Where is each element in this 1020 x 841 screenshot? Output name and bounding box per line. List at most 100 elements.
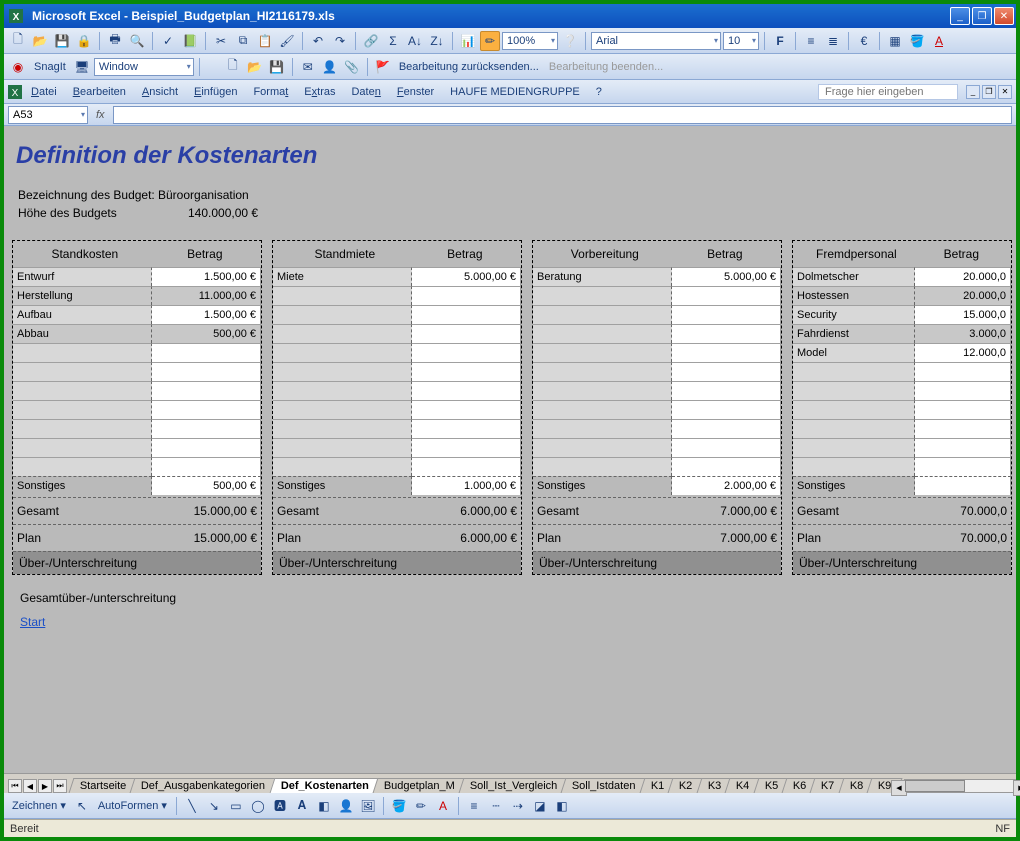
research-icon[interactable]: 📗 (180, 31, 200, 51)
row-label[interactable] (533, 286, 672, 305)
row-label[interactable]: Entwurf (13, 267, 152, 286)
row-value[interactable] (412, 457, 521, 476)
row-value[interactable] (412, 381, 521, 400)
row-value[interactable]: 500,00 € (152, 324, 261, 343)
panel-row[interactable] (533, 305, 781, 324)
row-value[interactable] (412, 286, 521, 305)
row-label[interactable]: Aufbau (13, 305, 152, 324)
row-label[interactable] (273, 362, 412, 381)
panel-row[interactable] (533, 457, 781, 476)
row-label[interactable] (13, 457, 152, 476)
bold-icon[interactable]: F (770, 31, 790, 51)
panel-row[interactable] (273, 324, 521, 343)
review-open-icon[interactable]: 📂 (245, 57, 265, 77)
borders-icon[interactable]: ▦ (885, 31, 905, 51)
sort-asc-icon[interactable]: A↓ (405, 31, 425, 51)
new-file-icon[interactable]: 🗋 (8, 31, 28, 51)
panel-row[interactable] (273, 305, 521, 324)
panel-row[interactable] (533, 400, 781, 419)
select-objects-icon[interactable]: ↖ (72, 796, 92, 816)
row-label[interactable] (273, 343, 412, 362)
menu-edit[interactable]: Bearbeiten (66, 84, 133, 100)
menu-format[interactable]: Format (246, 84, 295, 100)
panel-row[interactable] (273, 419, 521, 438)
row-label[interactable]: Model (793, 343, 915, 362)
font-size-combo[interactable]: 10 (723, 32, 759, 50)
cut-icon[interactable]: ✂ (211, 31, 231, 51)
row-label[interactable] (533, 343, 672, 362)
horizontal-scrollbar[interactable] (904, 779, 1016, 793)
panel-row[interactable]: Abbau500,00 € (13, 324, 261, 343)
row-value[interactable]: 5.000,00 € (672, 267, 781, 286)
window-minimize-button[interactable]: _ (950, 7, 970, 25)
panel-row[interactable]: Security15.000,0 (793, 305, 1011, 324)
row-value[interactable] (672, 457, 781, 476)
panel-row[interactable] (273, 438, 521, 457)
tab-nav-first-button[interactable]: ⏮ (8, 779, 22, 793)
sheet-tab[interactable]: Startseite (69, 778, 138, 793)
clipart-icon[interactable]: 👤 (336, 796, 356, 816)
help-search-input[interactable] (818, 84, 958, 100)
diagram-icon[interactable]: ◧ (314, 796, 334, 816)
review-return-button[interactable]: Bearbeitung zurücksenden... (395, 61, 543, 73)
panel-row[interactable] (793, 457, 1011, 476)
paste-icon[interactable]: 📋 (255, 31, 275, 51)
align-left-icon[interactable]: ≡ (801, 31, 821, 51)
sheet-tab[interactable]: Def_Ausgabenkategorien (130, 778, 277, 793)
row-value[interactable]: 20.000,0 (915, 267, 1011, 286)
panel-row[interactable]: Beratung5.000,00 € (533, 267, 781, 286)
panel-row[interactable] (533, 381, 781, 400)
menu-haufe[interactable]: HAUFE MEDIENGRUPPE (443, 84, 587, 100)
doc-restore-button[interactable]: ❐ (982, 85, 996, 99)
row-value[interactable] (412, 343, 521, 362)
snagit-target-combo[interactable]: Window (94, 58, 194, 76)
hyperlink-icon[interactable]: 🔗 (361, 31, 381, 51)
row-value[interactable] (152, 419, 261, 438)
sonstiges-value[interactable]: 1.000,00 € (412, 476, 521, 495)
panel-row[interactable] (273, 457, 521, 476)
row-value[interactable] (672, 343, 781, 362)
row-label[interactable] (793, 381, 915, 400)
panel-row[interactable] (793, 400, 1011, 419)
permissions-icon[interactable]: 🔒 (74, 31, 94, 51)
review-flag-icon[interactable]: 🚩 (373, 57, 393, 77)
fx-label[interactable]: fx (92, 109, 109, 121)
panel-row[interactable] (273, 400, 521, 419)
line-icon[interactable]: ╲ (182, 796, 202, 816)
row-label[interactable] (533, 400, 672, 419)
row-label[interactable] (13, 438, 152, 457)
row-label[interactable] (793, 400, 915, 419)
review-attach-icon[interactable]: 📎 (342, 57, 362, 77)
row-value[interactable]: 5.000,00 € (412, 267, 521, 286)
row-value[interactable]: 1.500,00 € (152, 267, 261, 286)
format-painter-icon[interactable]: 🖌 (277, 31, 297, 51)
panel-row[interactable] (533, 324, 781, 343)
tab-nav-next-button[interactable]: ▶ (38, 779, 52, 793)
panel-row[interactable] (533, 419, 781, 438)
panel-row[interactable] (13, 438, 261, 457)
sheet-tab[interactable]: Def_Kostenarten (269, 778, 380, 793)
panel-row[interactable]: Model12.000,0 (793, 343, 1011, 362)
copy-icon[interactable]: ⧉ (233, 31, 253, 51)
tab-nav-prev-button[interactable]: ◀ (23, 779, 37, 793)
undo-icon[interactable]: ↶ (308, 31, 328, 51)
row-label[interactable] (273, 400, 412, 419)
row-value[interactable] (672, 362, 781, 381)
panel-row[interactable] (533, 362, 781, 381)
menu-insert[interactable]: Einfügen (187, 84, 244, 100)
row-value[interactable] (915, 438, 1011, 457)
menu-help[interactable]: ? (589, 84, 609, 100)
review-new-icon[interactable]: 🗋 (223, 57, 243, 77)
row-value[interactable] (412, 324, 521, 343)
row-value[interactable] (412, 305, 521, 324)
panel-row[interactable] (533, 343, 781, 362)
sheet-tab[interactable]: Soll_Ist_Vergleich (458, 778, 568, 793)
start-link[interactable]: Start (20, 615, 1016, 629)
panel-row[interactable] (273, 286, 521, 305)
worksheet-area[interactable]: Definition der Kostenarten Bezeichnung d… (4, 126, 1016, 773)
autosum-icon[interactable]: Σ (383, 31, 403, 51)
picture-icon[interactable]: 🖼 (358, 796, 378, 816)
panel-row[interactable] (793, 381, 1011, 400)
help-icon[interactable]: ❔ (560, 31, 580, 51)
panel-row[interactable] (533, 438, 781, 457)
